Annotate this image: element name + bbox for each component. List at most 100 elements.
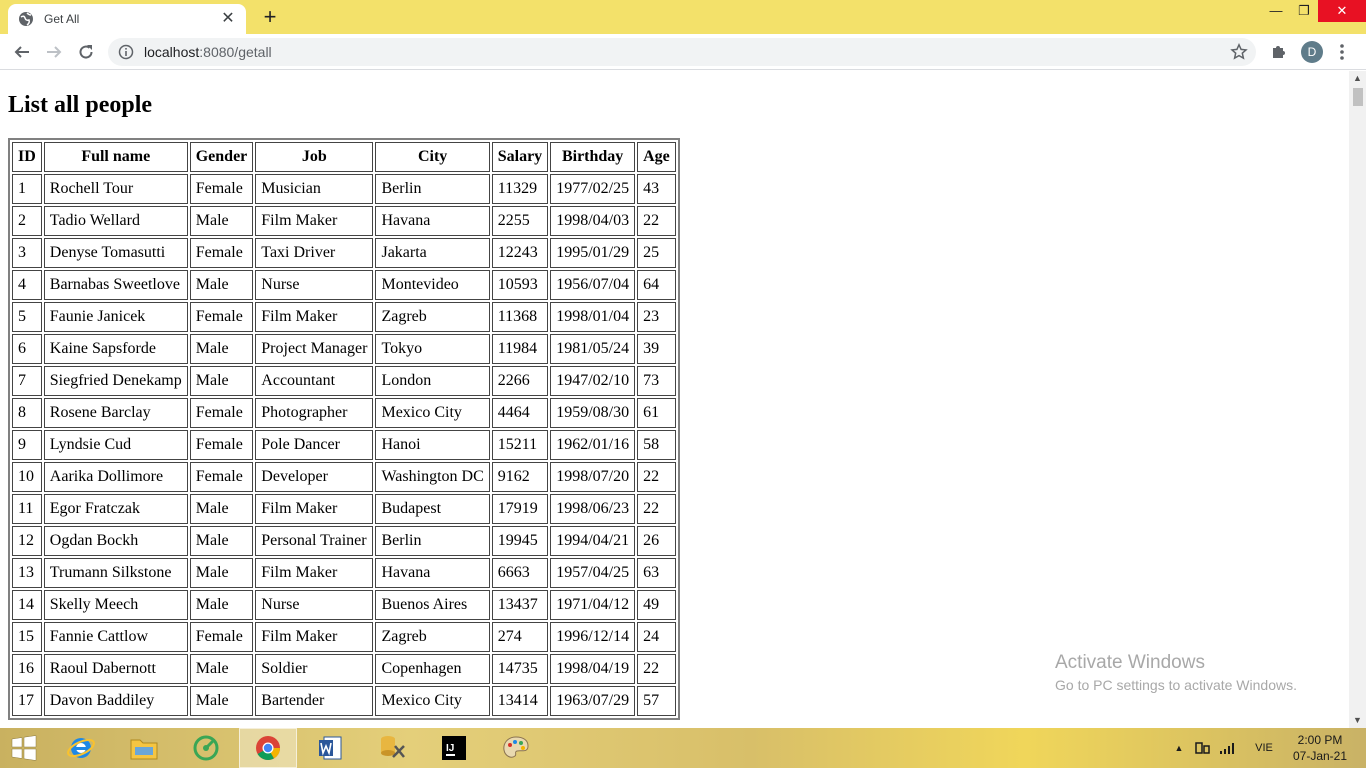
table-cell: 39 [637, 334, 676, 364]
input-language[interactable]: VIE [1252, 728, 1276, 768]
table-cell: 7 [12, 366, 42, 396]
table-cell: 1996/12/14 [550, 622, 636, 652]
taskbar-greenshot[interactable] [177, 728, 235, 768]
table-cell: 17919 [491, 494, 549, 524]
table-cell: 1963/07/29 [550, 686, 636, 716]
table-row: 10 Aarika Dollimore Female Developer Washing… [12, 462, 676, 492]
table-cell: 11368 [491, 302, 549, 332]
table-cell: 1995/01/29 [550, 238, 636, 268]
info-icon[interactable] [118, 44, 134, 60]
table-cell: 49 [637, 590, 676, 620]
column-header: Salary [491, 142, 549, 172]
table-cell: Male [189, 558, 254, 588]
table-cell: Nurse [255, 590, 374, 620]
table-cell: 58 [637, 430, 676, 460]
taskbar-internet-explorer[interactable] [52, 728, 110, 768]
more-vert-icon[interactable] [1338, 42, 1346, 62]
back-button[interactable] [10, 40, 34, 64]
table-cell: Female [189, 302, 254, 332]
table-cell: 13 [12, 558, 42, 588]
table-cell: Fannie Cattlow [43, 622, 188, 652]
table-cell: Male [189, 206, 254, 236]
table-cell: 1947/02/10 [550, 366, 636, 396]
clock-time: 2:00 PM [1297, 733, 1343, 747]
table-cell: Egor Fratczak [43, 494, 188, 524]
window-minimize-icon[interactable]: — [1262, 0, 1290, 22]
profile-avatar[interactable]: D [1301, 41, 1323, 63]
table-cell: Film Maker [255, 622, 374, 652]
table-cell: Film Maker [255, 206, 374, 236]
page-viewport: List all people ID Full name Gender Job City… [0, 71, 1349, 728]
database-tools-icon [381, 736, 405, 758]
table-cell: 22 [637, 654, 676, 684]
taskbar-file-explorer[interactable] [115, 728, 173, 768]
column-header: Gender [189, 142, 254, 172]
table-row: 14 Skelly Meech Male Nurse Buenos Aires 13437… [12, 590, 676, 620]
svg-text:IJ: IJ [446, 743, 454, 754]
forward-button[interactable] [42, 40, 66, 64]
internet-explorer-icon [67, 738, 95, 758]
table-cell: 1998/04/03 [550, 206, 636, 236]
table-cell: Male [189, 366, 254, 396]
start-button[interactable] [0, 728, 48, 768]
table-cell: Davon Baddiley [43, 686, 188, 716]
tray-show-hidden-icons[interactable]: ▲ [1172, 728, 1186, 768]
table-cell: Zagreb [375, 302, 490, 332]
table-cell: Mexico City [375, 686, 490, 716]
arrow-left-icon [14, 46, 29, 58]
taskbar-clock[interactable]: 2:00 PM 07-Jan-21 [1286, 732, 1354, 764]
table-cell: Female [189, 398, 254, 428]
table-cell: 22 [637, 206, 676, 236]
table-cell: Berlin [375, 526, 490, 556]
table-cell: Havana [375, 558, 490, 588]
reload-button[interactable] [74, 40, 98, 64]
network-icon[interactable] [1193, 728, 1213, 768]
table-cell: 11984 [491, 334, 549, 364]
taskbar-word[interactable] [301, 728, 359, 768]
table-row: 16 Raoul Dabernott Male Soldier Copenhagen 14… [12, 654, 676, 684]
table-cell: Kaine Sapsforde [43, 334, 188, 364]
table-cell: 3 [12, 238, 42, 268]
table-cell: 23 [637, 302, 676, 332]
star-icon[interactable] [1230, 43, 1248, 61]
table-cell: 25 [637, 238, 676, 268]
paint-palette-icon [503, 736, 529, 758]
taskbar-intellij[interactable]: IJ [425, 728, 483, 768]
table-cell: 73 [637, 366, 676, 396]
browser-tab[interactable]: Get All ✕ [8, 4, 246, 34]
taskbar-chrome[interactable] [239, 728, 297, 768]
scroll-down-arrow-icon[interactable]: ▼ [1349, 713, 1366, 728]
vertical-scrollbar[interactable]: ▲ ▼ [1349, 71, 1366, 728]
table-row: 9 Lyndsie Cud Female Pole Dancer Hanoi 15211 1… [12, 430, 676, 460]
table-row: 17 Davon Baddiley Male Bartender Mexico City… [12, 686, 676, 716]
scroll-up-arrow-icon[interactable]: ▲ [1349, 71, 1366, 86]
taskbar-database-tools[interactable] [363, 728, 421, 768]
table-cell: 22 [637, 494, 676, 524]
table-body: 1 Rochell Tour Female Musician Berlin 11329 19… [12, 174, 676, 716]
table-cell: 4 [12, 270, 42, 300]
table-cell: 2266 [491, 366, 549, 396]
tab-close-icon[interactable]: ✕ [220, 11, 236, 27]
puzzle-icon[interactable] [1270, 42, 1288, 60]
table-cell: Buenos Aires [375, 590, 490, 620]
scrollbar-thumb[interactable] [1353, 88, 1363, 106]
table-row: 8 Rosene Barclay Female Photographer Mexico … [12, 398, 676, 428]
new-tab-plus-icon[interactable]: + [258, 6, 282, 30]
address-bar[interactable]: localhost:8080/getall [108, 38, 1256, 66]
table-cell: 11329 [491, 174, 549, 204]
window-restore-icon[interactable]: ❐ [1290, 0, 1318, 22]
column-header: Job [255, 142, 374, 172]
table-row: 3 Denyse Tomasutti Female Taxi Driver Jakart… [12, 238, 676, 268]
table-cell: 12243 [491, 238, 549, 268]
table-cell: 9162 [491, 462, 549, 492]
table-cell: Hanoi [375, 430, 490, 460]
table-cell: Project Manager [255, 334, 374, 364]
table-cell: 15211 [491, 430, 549, 460]
table-cell: Female [189, 622, 254, 652]
table-cell: Budapest [375, 494, 490, 524]
table-cell: 2 [12, 206, 42, 236]
taskbar-paint[interactable] [487, 728, 545, 768]
chrome-icon [256, 736, 280, 761]
signal-strength-icon[interactable] [1218, 728, 1238, 768]
window-close-icon[interactable]: ✕ [1318, 0, 1366, 22]
